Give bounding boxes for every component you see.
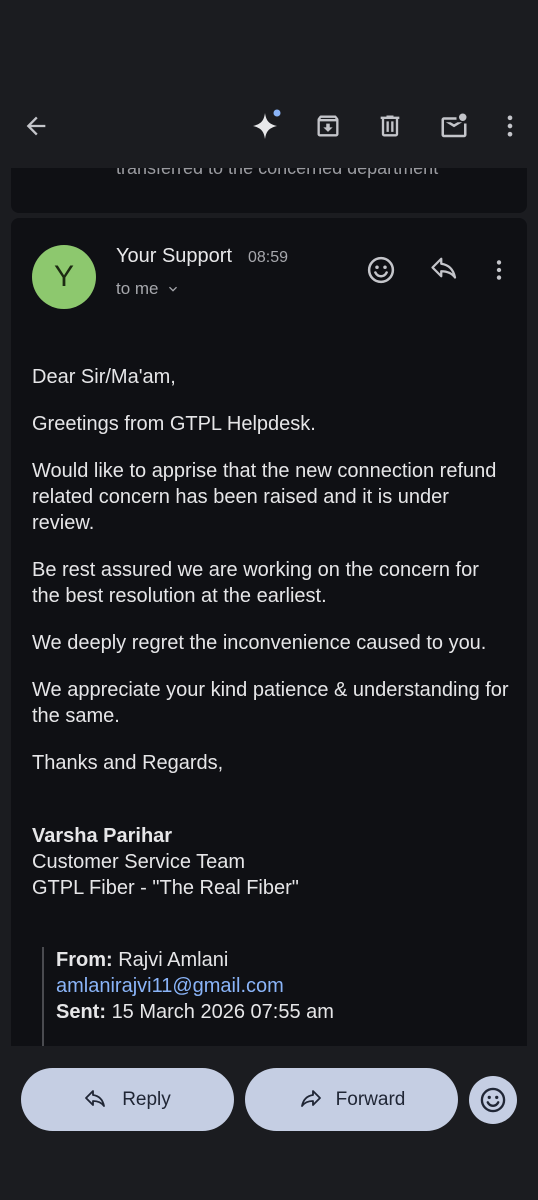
mark-unread-icon	[441, 113, 467, 138]
quoted-message: From: Rajvi Amlani amlanirajvi11@gmail.c…	[42, 947, 516, 1046]
reply-button[interactable]: Reply	[21, 1068, 234, 1131]
quoted-sent-line: Sent: 15 March 2026 07:55 am	[56, 999, 516, 1025]
quoted-from-name: Rajvi Amlani	[118, 949, 229, 971]
more-vert-icon	[496, 260, 502, 280]
avatar[interactable]: Y	[32, 245, 96, 309]
chevron-down-icon	[168, 286, 177, 292]
reaction-button[interactable]	[469, 1076, 517, 1124]
signature-team: Customer Service Team	[32, 851, 246, 873]
body-paragraph: Dear Sir/Ma'am,	[32, 366, 176, 388]
body-paragraph: Would like to apprise that the new conne…	[32, 460, 497, 534]
signature-name: Varsha Parihar	[32, 825, 173, 847]
body-paragraph: Be rest assured we are working on the co…	[32, 559, 479, 607]
more-vert-icon	[507, 115, 513, 137]
message-body: Dear Sir/Ma'am, Greetings from GTPL Help…	[32, 364, 512, 901]
quoted-from-line: From: Rajvi Amlani	[56, 947, 516, 973]
smiley-icon	[367, 256, 395, 284]
more-options-button[interactable]	[488, 104, 532, 148]
forward-icon	[300, 1089, 321, 1107]
forward-button[interactable]: Forward	[245, 1068, 458, 1131]
signature: Varsha Parihar Customer Service Team GTP…	[32, 823, 512, 901]
reply-icon-button[interactable]	[425, 250, 465, 290]
archive-button[interactable]	[306, 104, 350, 148]
delete-button[interactable]	[368, 104, 412, 148]
signature-company: GTPL Fiber - "The Real Fiber"	[32, 877, 299, 899]
add-reaction-button[interactable]	[361, 250, 401, 290]
sender-name: Your Support	[116, 245, 233, 267]
gemini-button[interactable]	[243, 104, 287, 148]
recipient-details-toggle[interactable]: to me	[116, 279, 181, 299]
quoted-sent-value: 15 March 2026 07:55 am	[111, 1001, 334, 1023]
quoted-from-email-link[interactable]: amlanirajvi11@gmail.com	[56, 973, 516, 999]
mark-unread-button[interactable]	[432, 104, 476, 148]
body-paragraph: Greetings from GTPL Helpdesk.	[32, 413, 316, 435]
message-card: Y Your Support 08:59 to me Dear Sir/Ma'a…	[11, 218, 527, 1046]
message-time: 08:59	[248, 249, 289, 266]
smiley-icon	[480, 1087, 506, 1113]
message-more-button[interactable]	[479, 250, 519, 290]
trash-icon	[380, 115, 400, 137]
top-app-bar	[0, 0, 538, 168]
quoted-from-label: From:	[56, 949, 113, 971]
email-view: transferred to the concerned department …	[0, 0, 538, 1200]
back-button[interactable]	[14, 104, 58, 148]
back-arrow-icon	[26, 116, 46, 136]
bottom-action-bar: Reply Forward	[0, 1046, 538, 1200]
body-paragraph: We appreciate your kind patience & under…	[32, 679, 509, 727]
body-paragraph: We deeply regret the inconvenience cause…	[32, 632, 487, 654]
reply-icon	[431, 257, 457, 279]
archive-icon	[317, 115, 339, 137]
reply-button-label: Reply	[122, 1088, 171, 1110]
recipient-label: to me	[116, 279, 159, 298]
forward-button-label: Forward	[335, 1088, 406, 1110]
sparkle-icon	[253, 109, 281, 139]
quoted-sent-label: Sent:	[56, 1001, 106, 1023]
body-paragraph: Thanks and Regards,	[32, 752, 224, 774]
reply-icon	[85, 1089, 106, 1107]
